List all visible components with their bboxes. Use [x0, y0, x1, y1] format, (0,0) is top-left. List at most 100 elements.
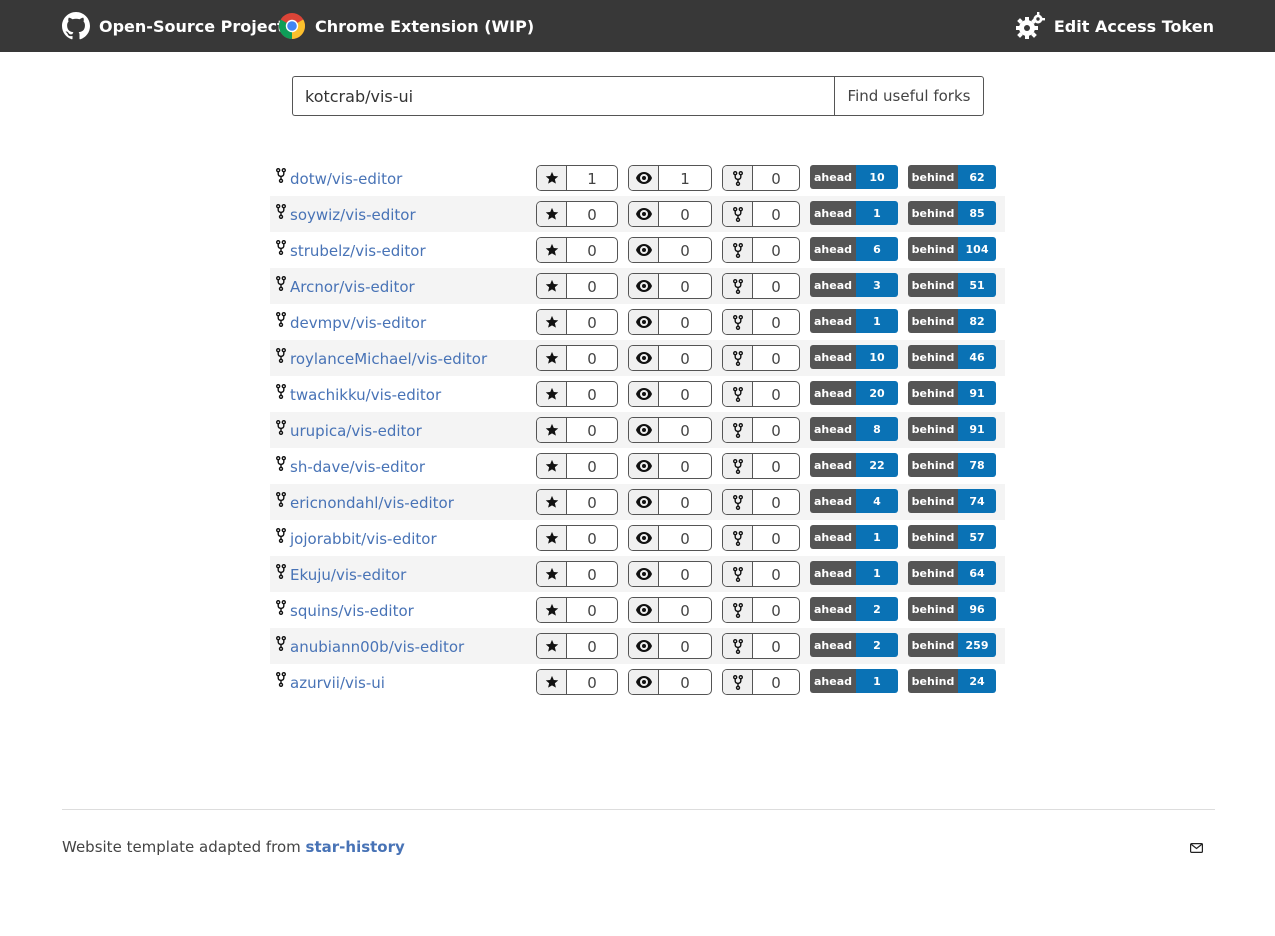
- ahead-badge[interactable]: ahead 20: [810, 381, 898, 405]
- star-counter[interactable]: 0: [536, 309, 618, 335]
- star-counter[interactable]: 0: [536, 273, 618, 299]
- ahead-badge[interactable]: ahead 2: [810, 597, 898, 621]
- ahead-badge[interactable]: ahead 3: [810, 273, 898, 297]
- find-useful-forks-button[interactable]: Find useful forks: [834, 76, 984, 116]
- fork-counter[interactable]: 0: [722, 273, 800, 299]
- watch-counter[interactable]: 0: [628, 669, 712, 695]
- watch-counter[interactable]: 0: [628, 237, 712, 263]
- fork-counter[interactable]: 0: [722, 237, 800, 263]
- fork-repo-link[interactable]: ericnondahl/vis-editor: [290, 494, 454, 512]
- fork-counter[interactable]: 0: [722, 201, 800, 227]
- behind-badge[interactable]: behind 96: [908, 597, 996, 621]
- star-counter[interactable]: 0: [536, 237, 618, 263]
- fork-repo-link[interactable]: jojorabbit/vis-editor: [290, 530, 437, 548]
- ahead-badge[interactable]: ahead 8: [810, 417, 898, 441]
- behind-badge[interactable]: behind 91: [908, 417, 996, 441]
- ahead-badge[interactable]: ahead 10: [810, 345, 898, 369]
- star-counter[interactable]: 0: [536, 669, 618, 695]
- watch-counter[interactable]: 0: [628, 633, 712, 659]
- behind-badge[interactable]: behind 62: [908, 165, 996, 189]
- ahead-badge[interactable]: ahead 2: [810, 633, 898, 657]
- star-counter[interactable]: 0: [536, 345, 618, 371]
- behind-badge[interactable]: behind 64: [908, 561, 996, 585]
- ahead-badge[interactable]: ahead 1: [810, 309, 898, 333]
- behind-badge[interactable]: behind 78: [908, 453, 996, 477]
- fork-counter[interactable]: 0: [722, 381, 800, 407]
- watch-counter[interactable]: 0: [628, 309, 712, 335]
- fork-counter[interactable]: 0: [722, 309, 800, 335]
- fork-repo-link[interactable]: twachikku/vis-editor: [290, 386, 441, 404]
- behind-badge[interactable]: behind 259: [908, 633, 996, 657]
- ahead-badge[interactable]: ahead 1: [810, 525, 898, 549]
- fork-repo-link[interactable]: azurvii/vis-ui: [290, 674, 385, 692]
- behind-badge[interactable]: behind 51: [908, 273, 996, 297]
- fork-counter[interactable]: 0: [722, 345, 800, 371]
- fork-repo-link[interactable]: strubelz/vis-editor: [290, 242, 426, 260]
- watch-counter[interactable]: 0: [628, 273, 712, 299]
- chrome-extension-link[interactable]: Chrome Extension (WIP): [278, 0, 534, 52]
- behind-badge[interactable]: behind 46: [908, 345, 996, 369]
- watch-counter[interactable]: 0: [628, 525, 712, 551]
- fork-repo-link[interactable]: soywiz/vis-editor: [290, 206, 416, 224]
- behind-badge[interactable]: behind 74: [908, 489, 996, 513]
- ahead-badge[interactable]: ahead 1: [810, 561, 898, 585]
- behind-badge[interactable]: behind 57: [908, 525, 996, 549]
- repo-search-input[interactable]: [292, 76, 834, 116]
- fork-repo-link[interactable]: squins/vis-editor: [290, 602, 414, 620]
- fork-repo-link[interactable]: roylanceMichael/vis-editor: [290, 350, 487, 368]
- behind-badge[interactable]: behind 24: [908, 669, 996, 693]
- fork-counter[interactable]: 0: [722, 669, 800, 695]
- fork-repo-link[interactable]: urupica/vis-editor: [290, 422, 422, 440]
- star-counter[interactable]: 0: [536, 201, 618, 227]
- watch-counter[interactable]: 0: [628, 597, 712, 623]
- star-counter[interactable]: 0: [536, 561, 618, 587]
- fork-repo-link[interactable]: devmpv/vis-editor: [290, 314, 426, 332]
- star-counter[interactable]: 0: [536, 453, 618, 479]
- watch-counter[interactable]: 0: [628, 561, 712, 587]
- behind-badge[interactable]: behind 104: [908, 237, 996, 261]
- behind-badge[interactable]: behind 82: [908, 309, 996, 333]
- ahead-badge[interactable]: ahead 4: [810, 489, 898, 513]
- fork-counter[interactable]: 0: [722, 489, 800, 515]
- star-counter[interactable]: 0: [536, 489, 618, 515]
- fork-repo-link[interactable]: anubiann00b/vis-editor: [290, 638, 464, 656]
- behind-badge[interactable]: behind 85: [908, 201, 996, 225]
- ahead-badge[interactable]: ahead 6: [810, 237, 898, 261]
- fork-count: 0: [771, 242, 781, 260]
- ahead-badge[interactable]: ahead 10: [810, 165, 898, 189]
- watch-counter[interactable]: 0: [628, 381, 712, 407]
- watch-counter[interactable]: 0: [628, 453, 712, 479]
- fork-repo-link[interactable]: Arcnor/vis-editor: [290, 278, 415, 296]
- star-counter[interactable]: 0: [536, 597, 618, 623]
- fork-counter[interactable]: 0: [722, 561, 800, 587]
- watch-counter[interactable]: 1: [628, 165, 712, 191]
- watch-counter[interactable]: 0: [628, 345, 712, 371]
- ahead-badge[interactable]: ahead 22: [810, 453, 898, 477]
- star-counter[interactable]: 0: [536, 633, 618, 659]
- watch-counter[interactable]: 0: [628, 489, 712, 515]
- fork-counter[interactable]: 0: [722, 597, 800, 623]
- eye-icon: [629, 490, 659, 514]
- fork-counter[interactable]: 0: [722, 453, 800, 479]
- star-icon: [537, 202, 567, 226]
- star-counter[interactable]: 1: [536, 165, 618, 191]
- star-counter[interactable]: 0: [536, 381, 618, 407]
- edit-access-token-link[interactable]: Edit Access Token: [1015, 0, 1214, 52]
- watch-counter[interactable]: 0: [628, 201, 712, 227]
- behind-badge[interactable]: behind 91: [908, 381, 996, 405]
- fork-repo-link[interactable]: dotw/vis-editor: [290, 170, 402, 188]
- mail-icon[interactable]: [1190, 840, 1204, 858]
- star-counter[interactable]: 0: [536, 525, 618, 551]
- open-source-project-link[interactable]: Open-Source Project: [62, 0, 285, 52]
- star-counter[interactable]: 0: [536, 417, 618, 443]
- watch-counter[interactable]: 0: [628, 417, 712, 443]
- fork-repo-link[interactable]: sh-dave/vis-editor: [290, 458, 425, 476]
- fork-repo-link[interactable]: Ekuju/vis-editor: [290, 566, 406, 584]
- fork-counter[interactable]: 0: [722, 633, 800, 659]
- star-history-link[interactable]: star-history: [306, 838, 405, 856]
- fork-counter[interactable]: 0: [722, 165, 800, 191]
- fork-counter[interactable]: 0: [722, 525, 800, 551]
- fork-counter[interactable]: 0: [722, 417, 800, 443]
- ahead-badge[interactable]: ahead 1: [810, 669, 898, 693]
- ahead-badge[interactable]: ahead 1: [810, 201, 898, 225]
